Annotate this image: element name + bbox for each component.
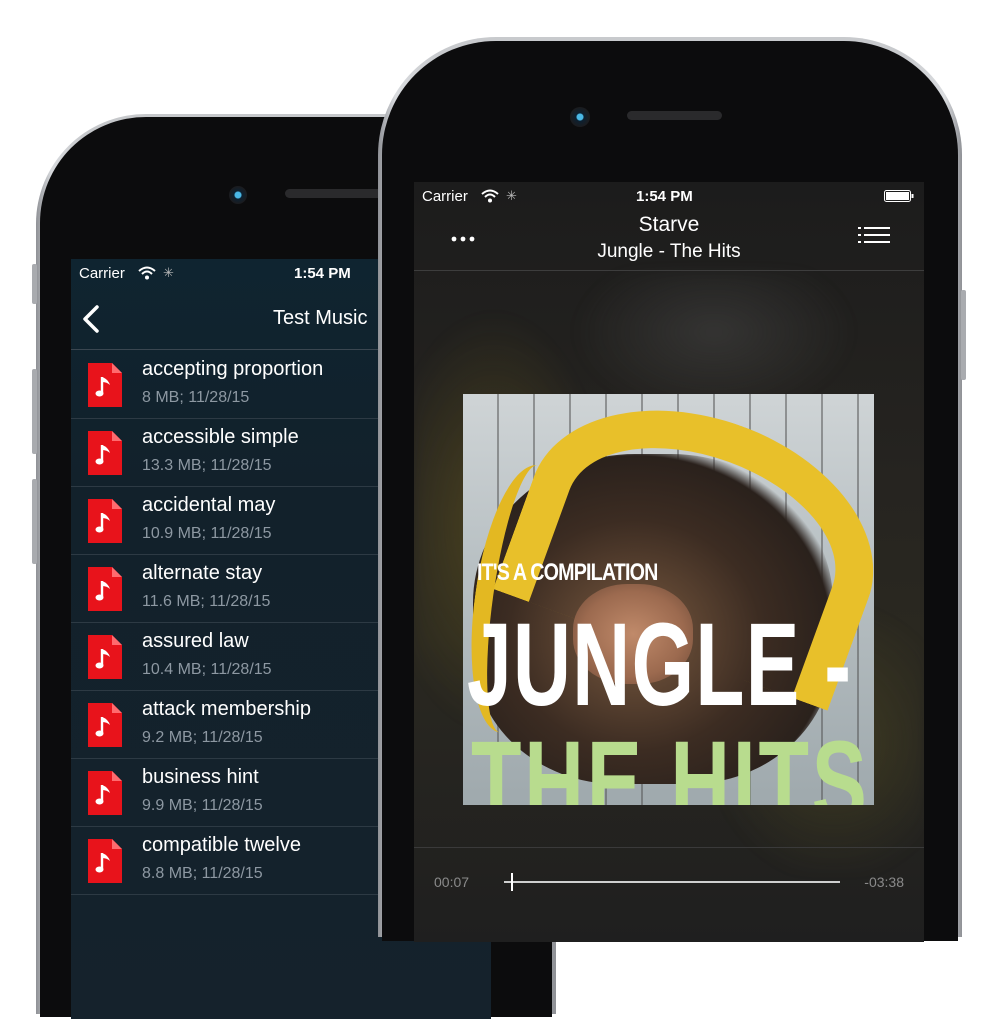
now-playing-screen: Carrier ✳ 1:54 PM Starve Jungle - The Hi… — [414, 182, 924, 942]
playlist-icon[interactable] — [858, 224, 890, 250]
file-meta: 10.9 MB; 11/28/15 — [142, 525, 272, 542]
activity-spinner-icon: ✳ — [163, 265, 174, 280]
status-time: 1:54 PM — [294, 265, 351, 282]
album-artwork: IT'S A COMPILATION JUNGLE - THE HITS — [463, 394, 874, 805]
file-name: accepting proportion — [142, 358, 324, 380]
file-meta: 9.9 MB; 11/28/15 — [142, 797, 263, 814]
file-meta: 8 MB; 11/28/15 — [142, 389, 250, 406]
status-bar: Carrier ✳ 1:54 PM — [414, 182, 924, 210]
file-name: assured law — [142, 630, 249, 652]
album-artist-line: Jungle - The Hits — [597, 241, 741, 262]
song-title: Starve — [638, 213, 700, 236]
file-meta: 13.3 MB; 11/28/15 — [142, 457, 272, 474]
navigation-bar: Starve Jungle - The Hits — [414, 210, 924, 271]
front-camera — [229, 186, 247, 204]
file-name: attack membership — [142, 698, 311, 720]
wifi-icon — [481, 189, 499, 203]
artwork-headline-1: JUNGLE - — [467, 599, 853, 731]
status-time: 1:54 PM — [636, 188, 693, 205]
wifi-icon — [138, 266, 156, 280]
remaining-time: -03:38 — [864, 874, 904, 890]
right-phone: Carrier ✳ 1:54 PM Starve Jungle - The Hi… — [378, 37, 966, 942]
file-name: accidental may — [142, 494, 276, 516]
power-button — [961, 290, 966, 380]
back-chevron-icon[interactable] — [79, 303, 107, 335]
volume-up-button — [32, 369, 37, 454]
file-name: business hint — [142, 766, 259, 788]
file-meta: 10.4 MB; 11/28/15 — [142, 661, 272, 678]
carrier-label: Carrier — [422, 188, 468, 205]
folder-title: Test Music — [273, 307, 368, 329]
audio-file-icon — [88, 703, 122, 747]
artwork-tagline: IT'S A COMPILATION — [477, 559, 658, 586]
file-meta: 8.8 MB; 11/28/15 — [142, 865, 263, 882]
file-meta: 9.2 MB; 11/28/15 — [142, 729, 263, 746]
audio-file-icon — [88, 839, 122, 883]
audio-file-icon — [88, 363, 122, 407]
audio-file-icon — [88, 771, 122, 815]
battery-icon — [884, 190, 914, 202]
audio-file-icon — [88, 567, 122, 611]
activity-spinner-icon: ✳ — [506, 188, 517, 203]
earpiece-speaker — [627, 111, 722, 120]
progress-thumb[interactable] — [510, 873, 513, 891]
playback-progress: 00:07 -03:38 — [414, 847, 924, 908]
mute-switch — [32, 264, 37, 304]
file-name: accessible simple — [142, 426, 299, 448]
file-meta: 11.6 MB; 11/28/15 — [142, 593, 271, 610]
audio-file-icon — [88, 431, 122, 475]
progress-track[interactable] — [504, 873, 840, 891]
earpiece-speaker — [285, 189, 385, 198]
file-name: compatible twelve — [142, 834, 301, 856]
audio-file-icon — [88, 499, 122, 543]
elapsed-time: 00:07 — [434, 874, 470, 890]
artwork-headline-2: THE HITS — [471, 717, 870, 805]
file-name: alternate stay — [142, 562, 263, 584]
volume-down-button — [32, 479, 37, 564]
audio-file-icon — [88, 635, 122, 679]
carrier-label: Carrier — [79, 265, 125, 282]
front-camera — [570, 107, 590, 127]
